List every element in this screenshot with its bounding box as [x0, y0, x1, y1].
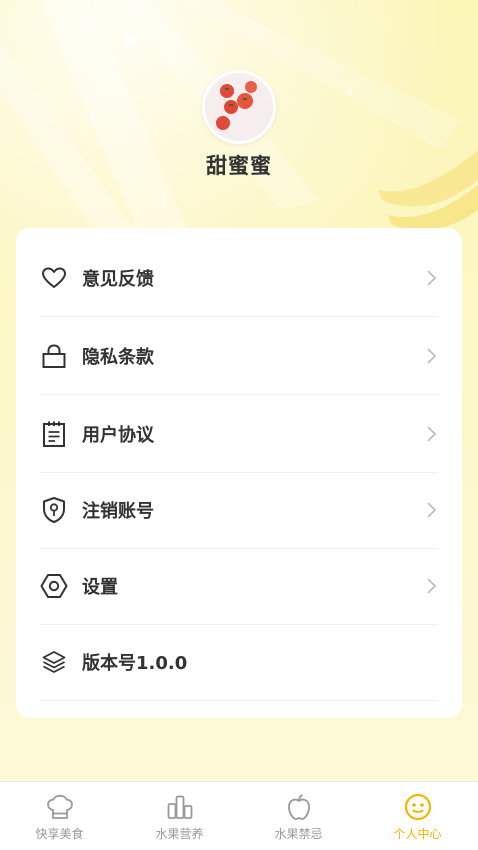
menu-item-label: 意见反馈	[82, 269, 154, 290]
tab-fruit-taboo[interactable]: 水果禁忌	[239, 782, 358, 850]
banana-decoration	[378, 150, 478, 230]
persimmon-avatar-image	[205, 73, 273, 141]
tab-label: 个人中心	[393, 827, 442, 841]
tab-label: 水果禁忌	[274, 827, 323, 841]
tab-quick-food[interactable]: 快享美食	[0, 782, 119, 850]
menu-item-label: 注销账号	[82, 501, 154, 522]
tab-label: 水果营养	[155, 827, 204, 841]
menu-item-label: 设置	[82, 577, 118, 598]
menu-item-label: 隐私条款	[82, 347, 154, 368]
chef-hat-icon	[46, 793, 74, 821]
menu-item-label: 版本号1.0.0	[82, 653, 188, 674]
menu-item-label: 用户协议	[82, 425, 154, 446]
menu-item-settings[interactable]: 设置	[40, 548, 438, 625]
menu-item-feedback[interactable]: 意见反馈	[40, 240, 438, 317]
bar-chart-icon	[166, 793, 194, 821]
menu-card: 意见反馈 隐私条款 用户协议 注销账号 设置 版本号1.0.0	[16, 228, 462, 718]
document-icon	[40, 420, 68, 448]
tab-personal-center[interactable]: 个人中心	[358, 782, 477, 850]
menu-item-user-agreement[interactable]: 用户协议	[40, 396, 438, 473]
apple-icon	[285, 793, 313, 821]
avatar[interactable]	[202, 70, 276, 144]
tab-fruit-nutrition[interactable]: 水果营养	[120, 782, 239, 850]
shield-key-icon	[40, 496, 68, 524]
chevron-right-icon	[427, 426, 437, 442]
smiley-face-icon	[404, 793, 432, 821]
layers-icon	[40, 648, 68, 676]
chevron-right-icon	[427, 348, 437, 364]
chevron-right-icon	[427, 270, 437, 286]
settings-hex-icon	[40, 572, 68, 600]
lock-icon	[40, 342, 68, 370]
menu-item-version: 版本号1.0.0	[40, 624, 438, 701]
menu-item-privacy[interactable]: 隐私条款	[40, 318, 438, 395]
menu-item-delete-account[interactable]: 注销账号	[40, 472, 438, 549]
profile-header: 甜蜜蜜	[0, 0, 478, 230]
heart-icon	[40, 264, 68, 292]
chevron-right-icon	[427, 502, 437, 518]
tab-label: 快享美食	[35, 827, 84, 841]
bottom-tab-bar: 快享美食 水果营养 水果禁忌 个人中心	[0, 781, 478, 850]
chevron-right-icon	[427, 578, 437, 594]
